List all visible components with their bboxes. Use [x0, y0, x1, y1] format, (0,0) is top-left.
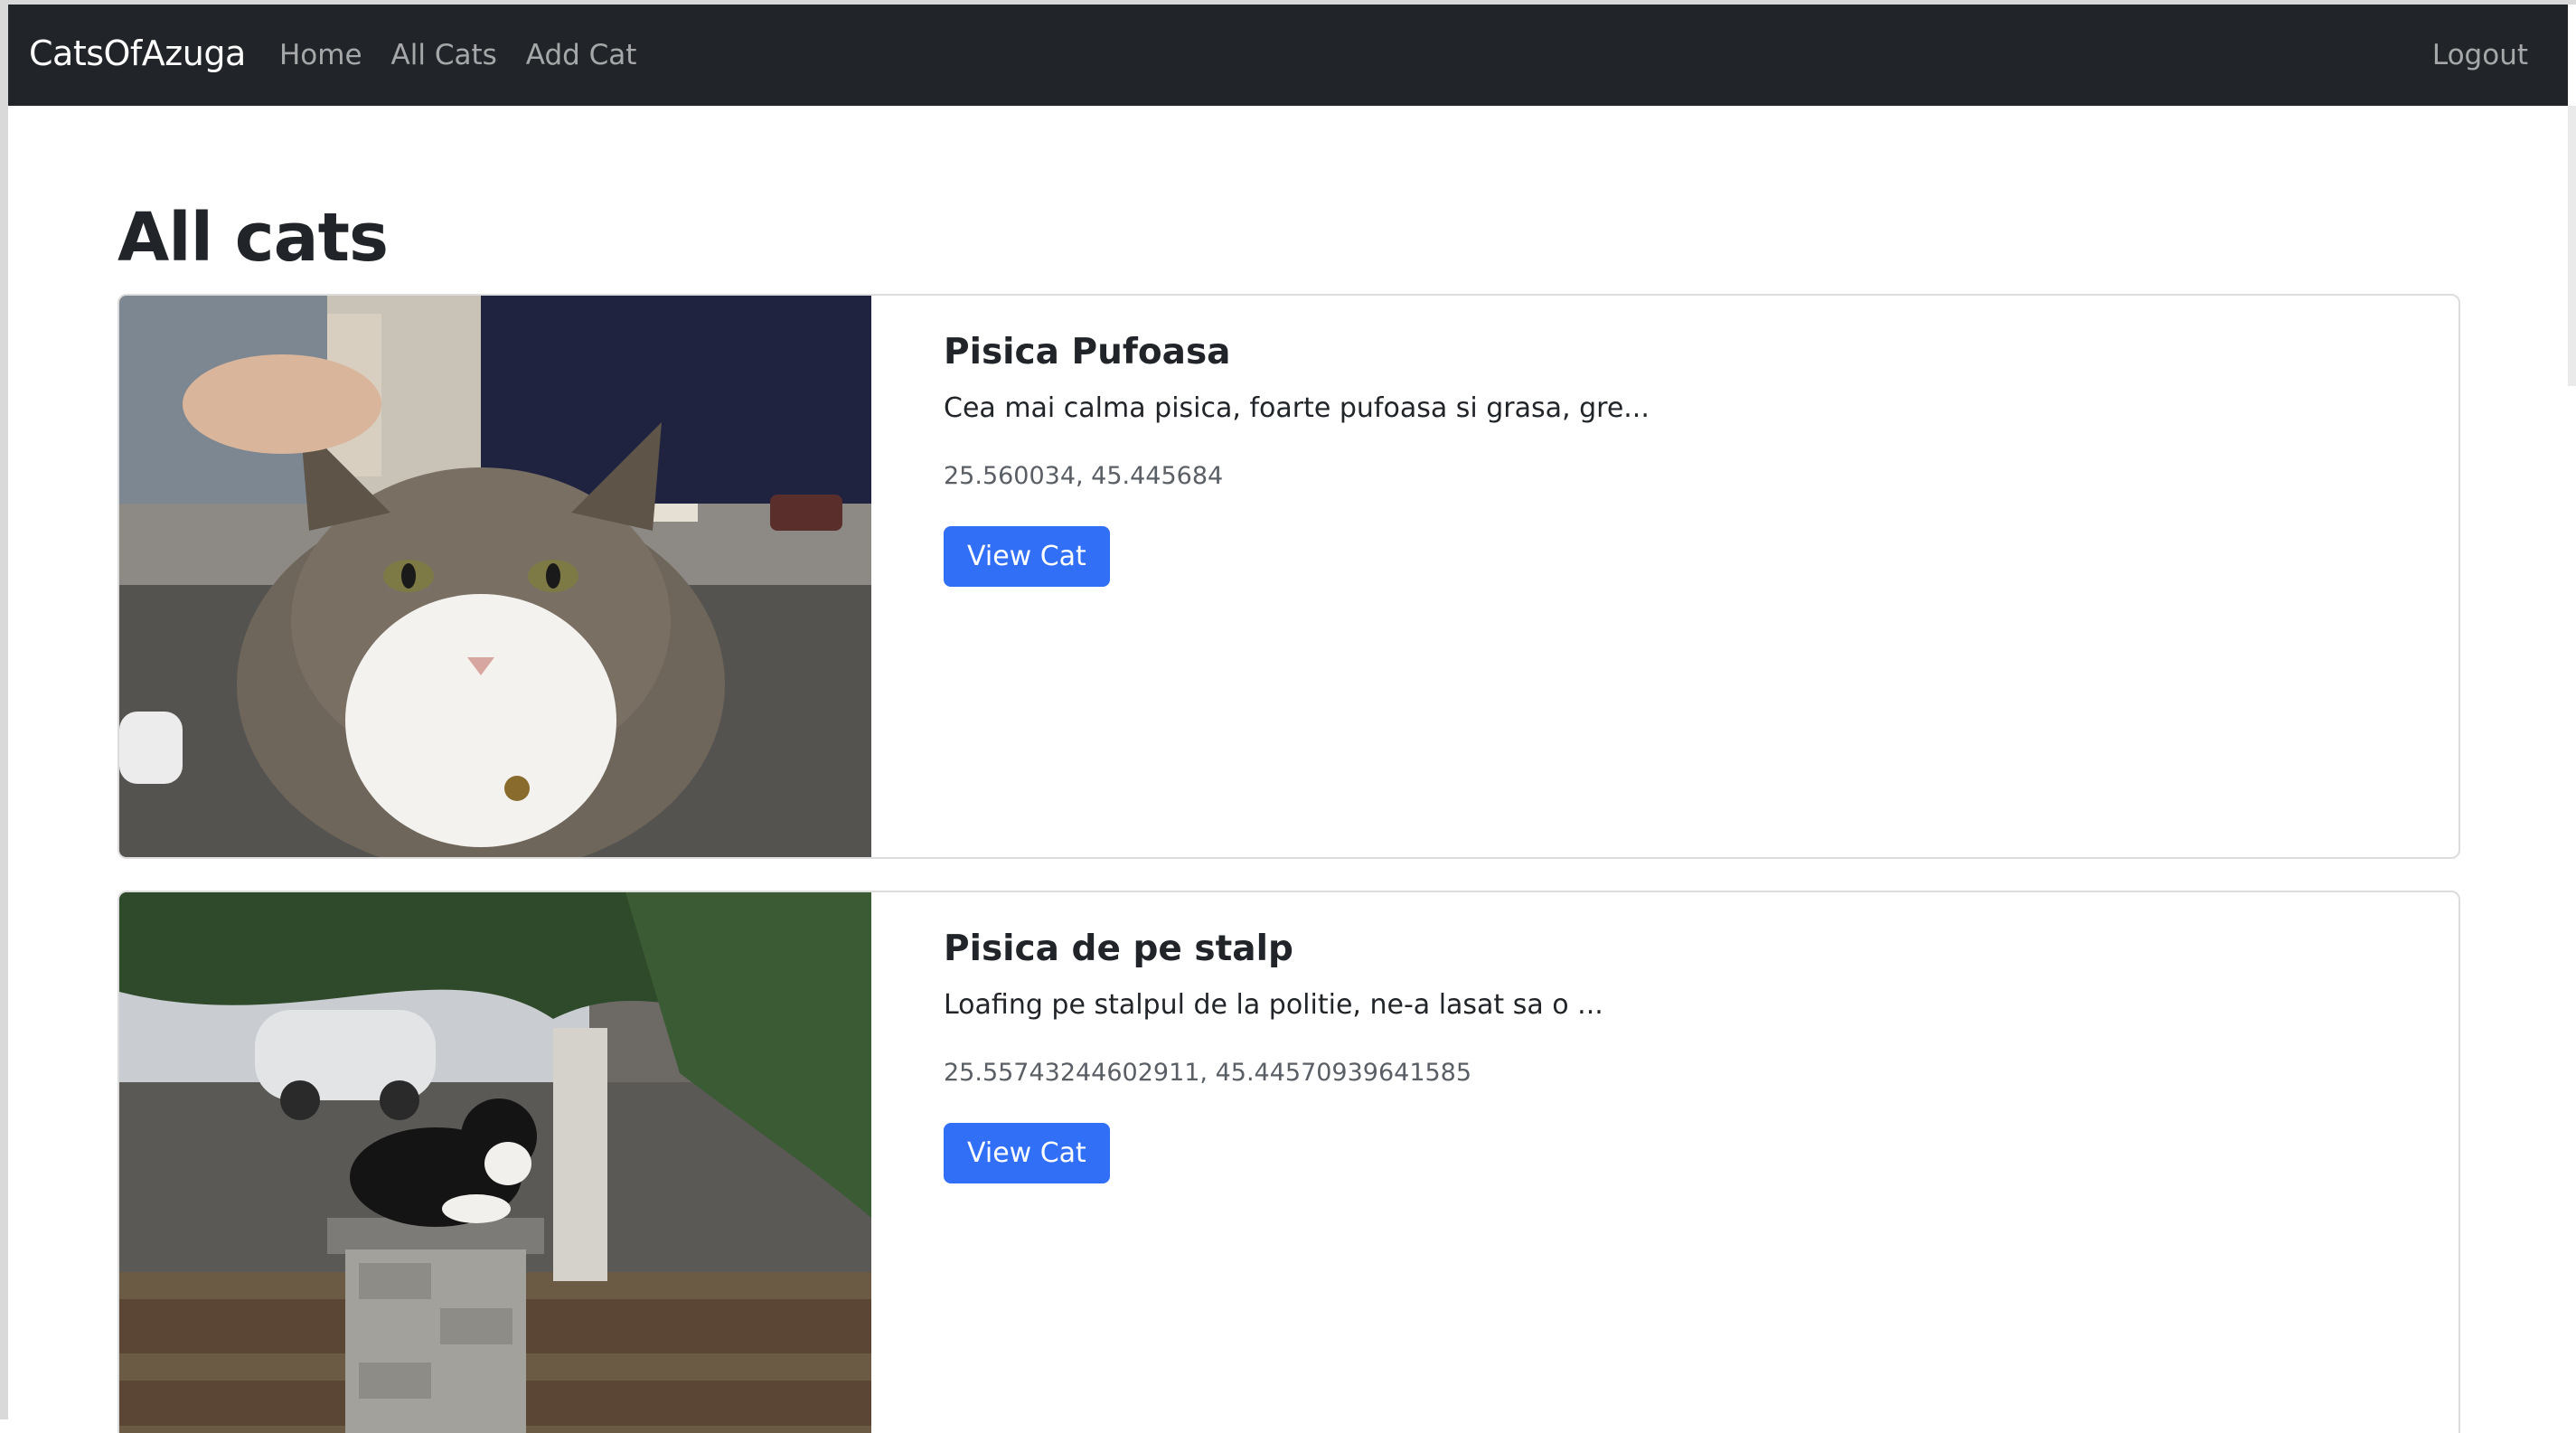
- cat-image: [119, 892, 871, 1433]
- cat-coordinates: 25.55743244602911, 45.44570939641585: [944, 1059, 1472, 1087]
- cat-card: Pisica Pufoasa Cea mai calma pisica, foa…: [118, 294, 2460, 859]
- cat-name: Pisica Pufoasa: [944, 332, 1231, 372]
- scrollbar[interactable]: [2568, 106, 2576, 386]
- cat-card-body: Pisica Pufoasa Cea mai calma pisica, foa…: [944, 332, 2390, 587]
- brand-link[interactable]: CatsOfAzuga: [29, 33, 246, 73]
- cat-card-body: Pisica de pe stalp Loafing pe stalpul de…: [944, 929, 2390, 1183]
- nav-links: Home All Cats Add Cat: [279, 39, 665, 71]
- cat-name: Pisica de pe stalp: [944, 929, 1293, 969]
- page-title: All cats: [118, 199, 389, 277]
- view-cat-button[interactable]: View Cat: [944, 1123, 1110, 1183]
- view-cat-button[interactable]: View Cat: [944, 526, 1110, 587]
- cat-description: Loafing pe stalpul de la politie, ne-a l…: [944, 989, 1603, 1021]
- logout-link[interactable]: Logout: [2432, 39, 2528, 71]
- navbar: CatsOfAzuga Home All Cats Add Cat Logout: [8, 5, 2568, 106]
- nav-link-add-cat[interactable]: Add Cat: [526, 39, 637, 71]
- cat-on-pillar-photo-icon: [119, 892, 871, 1433]
- nav-link-home[interactable]: Home: [279, 39, 362, 71]
- cat-description: Cea mai calma pisica, foarte pufoasa si …: [944, 392, 1650, 424]
- cat-card: Pisica de pe stalp Loafing pe stalpul de…: [118, 891, 2460, 1433]
- cat-image: [119, 296, 871, 857]
- fluffy-cat-photo-icon: [119, 296, 871, 857]
- nav-link-all-cats[interactable]: All Cats: [391, 39, 497, 71]
- cat-coordinates: 25.560034, 45.445684: [944, 462, 1224, 490]
